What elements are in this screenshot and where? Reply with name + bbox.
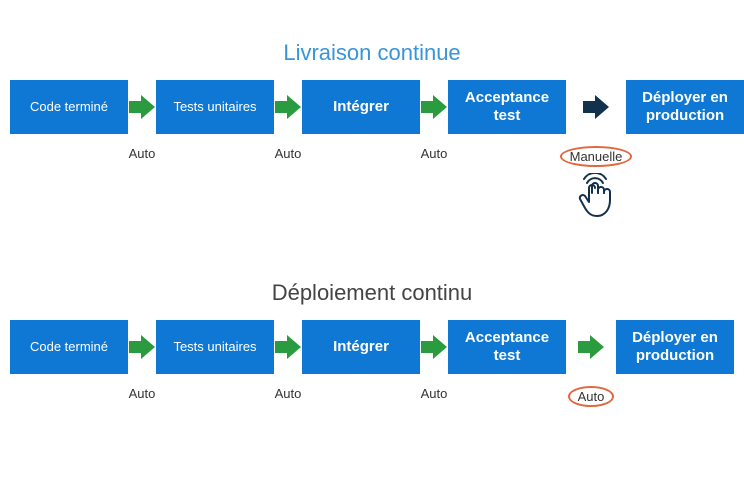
box-deploy: Déployer en production	[626, 80, 744, 134]
arrow-right-icon	[421, 335, 447, 359]
arrow-label: Auto	[415, 146, 454, 161]
continuous-deployment-section: Déploiement continu Code terminé Auto Te…	[0, 280, 744, 407]
arrow-label: Auto	[415, 386, 454, 401]
box-unit-tests: Tests unitaires	[156, 320, 274, 374]
arrow-right-icon	[421, 95, 447, 119]
step-code-done: Code terminé	[10, 80, 128, 134]
step-unit-tests: Tests unitaires	[156, 320, 274, 374]
section-title: Déploiement continu	[0, 280, 744, 306]
step-acceptance: Acceptance test	[448, 320, 566, 374]
arrow-label: Auto	[123, 386, 162, 401]
step-code-done: Code terminé	[10, 320, 128, 374]
arrow-1: Auto	[128, 80, 156, 161]
arrow-1: Auto	[128, 320, 156, 401]
step-deploy: Déployer en production	[626, 80, 744, 134]
box-integrate: Intégrer	[302, 80, 420, 134]
arrow-4-auto: Auto	[566, 320, 616, 407]
step-deploy: Déployer en production	[616, 320, 734, 374]
arrow-label: Auto	[269, 386, 308, 401]
box-acceptance: Acceptance test	[448, 320, 566, 374]
arrow-4-manual: Manuelle	[566, 80, 626, 223]
arrow-right-icon	[275, 335, 301, 359]
arrow-2: Auto	[274, 80, 302, 161]
section-title: Livraison continue	[0, 40, 744, 66]
tap-hand-icon	[576, 173, 616, 223]
box-deploy: Déployer en production	[616, 320, 734, 374]
arrow-3: Auto	[420, 320, 448, 401]
arrow-right-icon	[129, 95, 155, 119]
arrow-right-icon	[129, 335, 155, 359]
box-code-done: Code terminé	[10, 320, 128, 374]
arrow-label: Auto	[269, 146, 308, 161]
step-acceptance: Acceptance test	[448, 80, 566, 134]
step-integrate: Intégrer	[302, 80, 420, 134]
arrow-right-icon	[275, 95, 301, 119]
arrow-label-manual: Manuelle	[560, 146, 633, 167]
arrow-right-icon	[583, 95, 609, 119]
step-unit-tests: Tests unitaires	[156, 80, 274, 134]
continuous-delivery-section: Livraison continue Code terminé Auto Tes…	[0, 40, 744, 223]
box-unit-tests: Tests unitaires	[156, 80, 274, 134]
pipeline: Code terminé Auto Tests unitaires Auto I…	[0, 320, 744, 407]
arrow-label-auto-highlight: Auto	[568, 386, 615, 407]
box-integrate: Intégrer	[302, 320, 420, 374]
box-acceptance: Acceptance test	[448, 80, 566, 134]
arrow-label: Auto	[123, 146, 162, 161]
box-code-done: Code terminé	[10, 80, 128, 134]
arrow-right-icon	[578, 335, 604, 359]
arrow-2: Auto	[274, 320, 302, 401]
step-integrate: Intégrer	[302, 320, 420, 374]
arrow-3: Auto	[420, 80, 448, 161]
pipeline: Code terminé Auto Tests unitaires Auto I…	[0, 80, 744, 223]
